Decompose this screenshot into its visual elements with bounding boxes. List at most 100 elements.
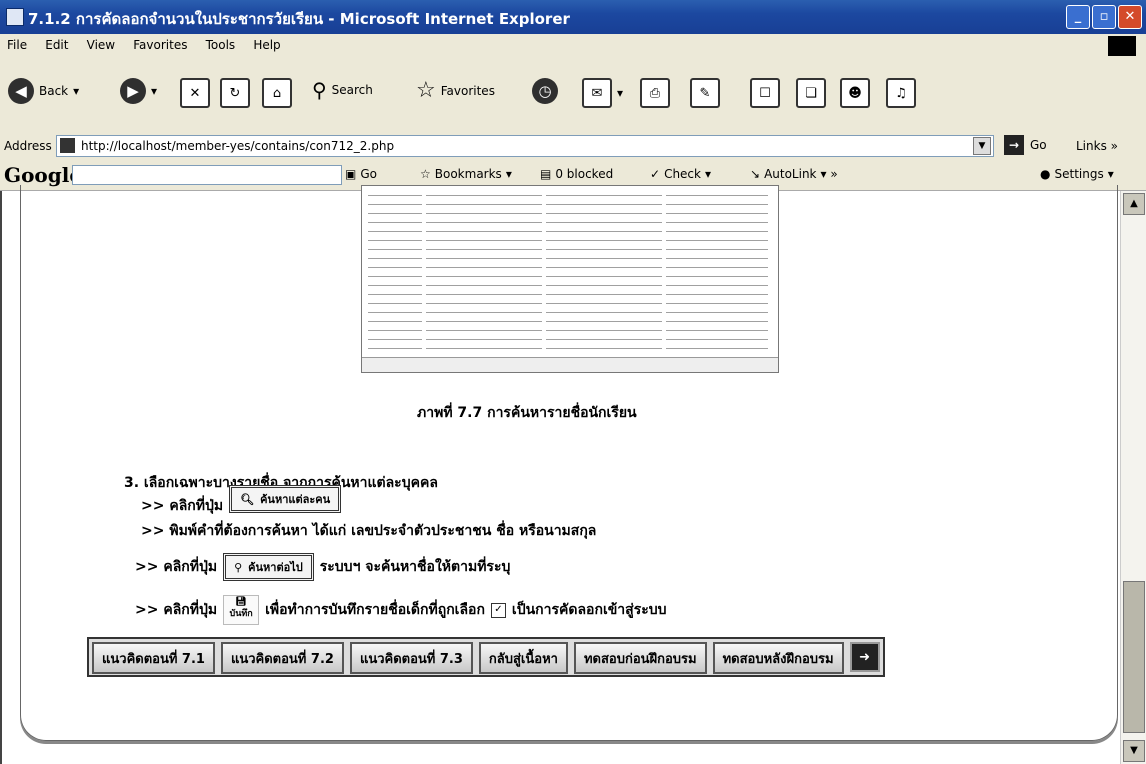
back-button[interactable]: ◀ Back ▾ — [8, 78, 79, 104]
back-label: Back — [39, 84, 69, 98]
dropdown-arrow-icon[interactable]: ▾ — [151, 84, 157, 98]
search-button[interactable]: ⚲ Search — [312, 78, 373, 102]
nav-concept-7-3[interactable]: แนวคิดตอนที่ 7.3 — [349, 642, 473, 674]
close-button[interactable]: ✕ — [1118, 5, 1142, 29]
line3-post-text: ระบบฯ จะค้นหาชื่อให้ตามที่ระบุ — [319, 559, 511, 575]
dropdown-arrow-icon[interactable]: ▾ — [617, 86, 623, 100]
media-button[interactable]: ♫ — [886, 78, 916, 108]
instruction-line-4: >> คลิกที่ปุ่ม 💾︎ บันทึก เพื่อทำการบันทึ… — [135, 595, 667, 625]
instruction-line-3: >> คลิกที่ปุ่ม ⚲ ค้นหาต่อไป ระบบฯ จะค้นห… — [135, 553, 510, 581]
address-dropdown-icon[interactable]: ▼ — [973, 137, 991, 155]
nav-concept-7-1[interactable]: แนวคิดตอนที่ 7.1 — [92, 642, 215, 674]
dropdown-arrow-icon[interactable]: ▾ — [73, 84, 79, 98]
ie-icon — [6, 8, 24, 26]
go-button[interactable]: → Go — [1004, 135, 1047, 155]
nav-pretest[interactable]: ทดสอบก่อนฝึกอบรม — [573, 642, 707, 674]
search-next-label: ค้นหาต่อไป — [248, 561, 303, 574]
settings-icon: ● — [1040, 167, 1051, 181]
google-go-button[interactable]: ▣ Go — [345, 167, 377, 181]
popup-blocker-button[interactable]: ▤ 0 blocked — [540, 167, 613, 181]
page-content: ภาพที่ 7.7 การค้นหารายชื่อนักเรียน 3. เล… — [0, 185, 1122, 764]
save-label: บันทึก — [229, 609, 253, 619]
history-button[interactable]: ◷ — [532, 78, 558, 104]
nav-concept-7-2[interactable]: แนวคิดตอนที่ 7.2 — [220, 642, 344, 674]
links-button[interactable]: Links » — [1076, 139, 1118, 153]
menu-view[interactable]: View — [80, 34, 122, 52]
messenger-button[interactable]: ☻ — [840, 78, 870, 108]
figure-caption: ภาพที่ 7.7 การค้นหารายชื่อนักเรียน — [417, 405, 637, 421]
google-g-icon: ▣ — [345, 167, 357, 181]
content-panel: ภาพที่ 7.7 การค้นหารายชื่อนักเรียน 3. เล… — [20, 185, 1118, 741]
checkbox-checked-icon: ✓ — [490, 602, 506, 618]
forward-button[interactable]: ▶ ▾ — [120, 78, 157, 104]
google-bookmarks-button[interactable]: ☆ Bookmarks ▾ — [420, 167, 512, 181]
history-icon: ◷ — [532, 78, 558, 104]
google-settings-button[interactable]: ● Settings ▾ — [1040, 167, 1114, 181]
magnifier-icon: 🔍︎ — [240, 492, 255, 506]
favorites-star-icon: ☆ — [416, 78, 436, 103]
popup-blocked-icon: ▤ — [540, 167, 552, 181]
google-search-input[interactable] — [72, 165, 342, 185]
line3-text: >> คลิกที่ปุ่ม — [135, 559, 218, 575]
menu-bar: File Edit View Favorites Tools Help — [0, 34, 1146, 59]
print-button[interactable]: ⎙ — [640, 78, 670, 108]
scroll-down-icon[interactable]: ▼ — [1123, 740, 1145, 762]
save-button-image: 💾︎ บันทึก — [223, 595, 260, 625]
scroll-up-icon[interactable]: ▲ — [1123, 193, 1145, 215]
discuss-button[interactable]: ☐ — [750, 78, 780, 108]
back-arrow-icon: ◀ — [8, 78, 34, 104]
messenger-icon: ☻ — [840, 78, 870, 108]
go-arrow-icon: → — [1004, 135, 1024, 155]
maximize-button[interactable]: ▫ — [1092, 5, 1116, 29]
stop-button[interactable]: ✕ — [180, 78, 210, 108]
menu-tools[interactable]: Tools — [199, 34, 243, 52]
window-title: 7.1.2 การคัดลอกจำนวนในประชากรวัยเรียน - … — [28, 10, 570, 28]
line1-text: >> คลิกที่ปุ่ม — [141, 498, 224, 514]
search-person-button-image: 🔍︎ ค้นหาแต่ละคน — [229, 485, 342, 513]
refresh-icon: ↻ — [220, 78, 250, 108]
next-arrow-icon[interactable]: ➜ — [849, 642, 880, 672]
menu-file[interactable]: File — [0, 34, 34, 52]
page-icon — [60, 138, 75, 153]
spellcheck-icon: ✓ — [650, 167, 661, 181]
forward-arrow-icon: ▶ — [120, 78, 146, 104]
home-icon: ⌂ — [262, 78, 292, 108]
favorites-button[interactable]: ☆ Favorites — [416, 78, 495, 103]
edit-icon: ✎ — [690, 78, 720, 108]
autolink-label: AutoLink — [764, 167, 817, 181]
menu-help[interactable]: Help — [246, 34, 287, 52]
vertical-scrollbar[interactable]: ▲ ▼ — [1120, 191, 1146, 764]
address-label: Address — [4, 139, 52, 153]
autolink-button[interactable]: ↘ AutoLink ▾ » — [750, 167, 838, 181]
address-input[interactable]: http://localhost/member-yes/contains/con… — [56, 135, 994, 157]
column-gaps — [362, 186, 778, 372]
menu-favorites[interactable]: Favorites — [126, 34, 194, 52]
line4-post-text: เป็นการคัดลอกเข้าสู่ระบบ — [511, 602, 667, 618]
address-bar: Address http://localhost/member-yes/cont… — [0, 132, 1146, 161]
research-button[interactable]: ❏ — [796, 78, 826, 108]
lesson-nav-bar: แนวคิดตอนที่ 7.1 แนวคิดตอนที่ 7.2 แนวคิด… — [87, 637, 885, 677]
home-button[interactable]: ⌂ — [262, 78, 292, 108]
edit-button[interactable]: ✎ — [690, 78, 720, 108]
search-next-button-image: ⚲ ค้นหาต่อไป — [223, 553, 314, 581]
refresh-button[interactable]: ↻ — [220, 78, 250, 108]
search-icon: ⚲ — [312, 78, 327, 102]
menu-edit[interactable]: Edit — [38, 34, 75, 52]
go-label: Go — [1030, 138, 1047, 152]
print-icon: ⎙ — [640, 78, 670, 108]
discuss-icon: ☐ — [750, 78, 780, 108]
line4-mid-text: เพื่อทำการบันทึกรายชื่อเด็กที่ถูกเลือก — [265, 602, 485, 618]
google-logo: Google — [4, 163, 83, 187]
scrollbar-thumb[interactable] — [1123, 581, 1145, 733]
stop-icon: ✕ — [180, 78, 210, 108]
spell-check-button[interactable]: ✓ Check ▾ — [650, 167, 711, 181]
nav-posttest[interactable]: ทดสอบหลังฝึกอบรม — [712, 642, 844, 674]
minimize-button[interactable]: _ — [1066, 5, 1090, 29]
instruction-line-1: >> คลิกที่ปุ่ม 🔍︎ ค้นหาแต่ละคน — [141, 485, 342, 517]
links-label: Links — [1076, 139, 1107, 153]
address-url[interactable]: http://localhost/member-yes/contains/con… — [81, 139, 394, 153]
standard-toolbar: ◀ Back ▾ ▶ ▾ ✕ ↻ ⌂ ⚲ Search ☆ Favorites … — [0, 58, 1146, 133]
mail-button[interactable]: ✉ ▾ — [582, 78, 623, 108]
instruction-line-2: >> พิมพ์คำที่ต้องการค้นหา ได้แก่ เลขประจ… — [141, 523, 597, 539]
nav-back-to-content[interactable]: กลับสู่เนื้อหา — [478, 642, 568, 674]
